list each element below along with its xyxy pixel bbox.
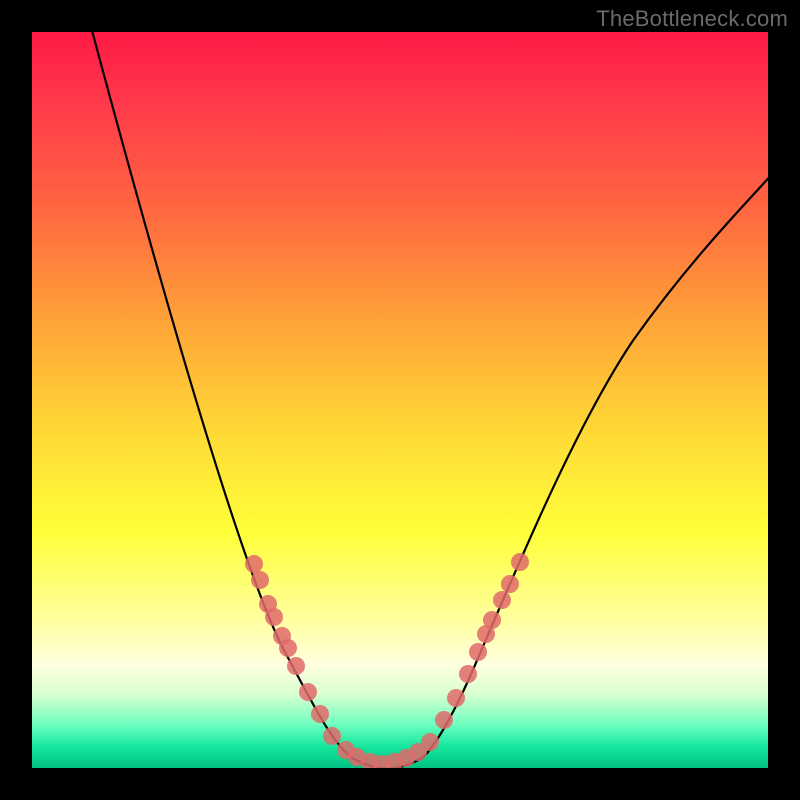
data-point: [251, 571, 269, 589]
data-point: [435, 711, 453, 729]
data-point: [323, 727, 341, 745]
data-point: [459, 665, 477, 683]
plot-area: [32, 32, 768, 768]
data-point: [483, 611, 501, 629]
data-point: [287, 657, 305, 675]
watermark-text: TheBottleneck.com: [596, 6, 788, 32]
data-point: [279, 639, 297, 657]
data-point: [447, 689, 465, 707]
data-point: [299, 683, 317, 701]
dots-right-cluster: [435, 553, 529, 729]
dots-bottom-cluster: [323, 727, 439, 768]
data-point: [511, 553, 529, 571]
data-point: [493, 591, 511, 609]
data-point: [421, 733, 439, 751]
bottleneck-curve: [87, 32, 768, 768]
curve-svg: [32, 32, 768, 768]
data-point: [245, 555, 263, 573]
data-point: [501, 575, 519, 593]
dots-left-cluster: [245, 555, 329, 723]
data-point: [265, 608, 283, 626]
chart-frame: TheBottleneck.com: [0, 0, 800, 800]
data-point: [469, 643, 487, 661]
data-point: [311, 705, 329, 723]
